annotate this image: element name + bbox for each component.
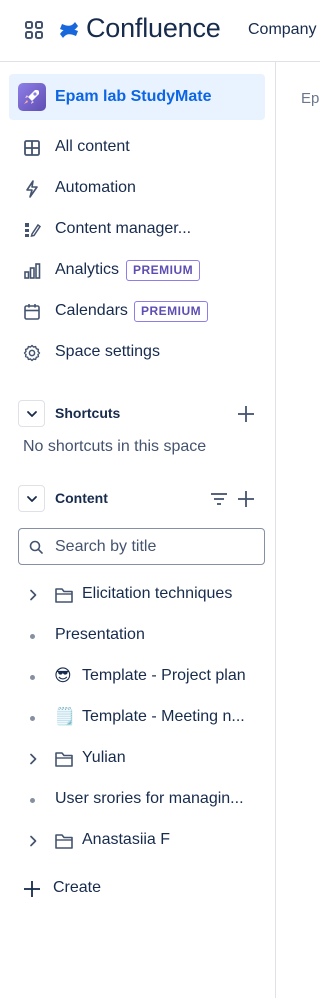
sidebar-item-label: Calendars <box>55 302 128 319</box>
folder-icon <box>55 834 73 849</box>
grid-icon <box>24 140 40 156</box>
sidebar-item-label: Space settings <box>55 343 160 360</box>
search-input[interactable] <box>55 536 255 558</box>
search-box[interactable] <box>18 528 265 565</box>
shortcuts-title: Shortcuts <box>55 405 121 421</box>
premium-badge: PREMIUM <box>126 260 201 281</box>
content-collapse-button[interactable] <box>18 485 45 512</box>
sunglasses-emoji-icon: 😎 <box>54 666 72 685</box>
sidebar-item-analytics[interactable]: Analytics PREMIUM <box>9 252 265 290</box>
content-manager-icon <box>25 223 41 237</box>
tree-item-yulian[interactable]: Yulian <box>9 741 265 777</box>
folder-icon <box>55 588 73 603</box>
plus-icon <box>24 881 40 897</box>
bar-chart-icon <box>24 263 41 279</box>
sidebar-item-all-content[interactable]: All content <box>9 129 265 167</box>
page-bullet-icon <box>30 675 35 680</box>
sidebar-item-label: Analytics <box>55 261 120 278</box>
tree-item-template-project-plan[interactable]: 😎 Template - Project plan <box>9 659 265 695</box>
search-icon <box>29 540 43 554</box>
filter-icon[interactable] <box>209 489 229 509</box>
shortcuts-empty-text: No shortcuts in this space <box>23 438 207 455</box>
chevron-right-icon[interactable] <box>27 589 39 601</box>
add-content-icon[interactable] <box>236 489 256 509</box>
space-avatar <box>18 83 46 111</box>
tree-item-label: Template - Project plan <box>82 667 246 684</box>
main-content: Epa <box>277 62 320 998</box>
content-title: Content <box>55 490 108 506</box>
gear-icon <box>23 344 41 362</box>
tree-item-label: Template - Meeting n... <box>82 708 245 725</box>
tree-item-label: Presentation <box>55 626 145 643</box>
shortcuts-collapse-button[interactable] <box>18 400 45 427</box>
tree-item-template-meeting-notes[interactable]: 🗒️ Template - Meeting n... <box>9 700 265 736</box>
sidebar-item-label: All content <box>55 138 130 155</box>
confluence-logo-icon[interactable] <box>58 17 80 43</box>
tree-item-label: Yulian <box>82 749 126 766</box>
premium-badge: PREMIUM <box>134 301 209 322</box>
notepad-emoji-icon: 🗒️ <box>54 707 76 726</box>
sidebar-item-space-settings[interactable]: Space settings <box>9 334 265 372</box>
sidebar-item-automation[interactable]: Automation <box>9 170 265 208</box>
sidebar: Epam lab StudyMate All content Automatio… <box>0 62 276 998</box>
chevron-down-icon <box>27 496 37 502</box>
space-header[interactable]: Epam lab StudyMate <box>9 74 265 120</box>
chevron-right-icon[interactable] <box>27 753 39 765</box>
sidebar-item-content-manager[interactable]: Content manager... <box>9 211 265 249</box>
tree-item-label: User srories for managin... <box>55 790 244 807</box>
chevron-right-icon[interactable] <box>27 835 39 847</box>
add-shortcut-icon[interactable] <box>236 404 256 424</box>
tree-item-anastasiia-f[interactable]: Anastasiia F <box>9 823 265 859</box>
calendar-icon <box>24 304 40 320</box>
top-navigation-bar: Confluence Company <box>0 0 320 62</box>
chevron-down-icon <box>27 411 37 417</box>
tree-item-user-stories[interactable]: User srories for managin... <box>9 782 265 818</box>
sidebar-item-label: Content manager... <box>55 220 192 237</box>
content-section-header: Content <box>9 485 265 515</box>
rocket-icon <box>24 90 39 104</box>
page-bullet-icon <box>30 798 35 803</box>
space-name: Epam lab StudyMate <box>55 88 212 105</box>
create-button[interactable]: Create <box>9 870 265 906</box>
lightning-icon <box>26 180 38 198</box>
shortcuts-section-header: Shortcuts <box>9 400 265 430</box>
app-switcher-icon[interactable] <box>24 20 44 40</box>
page-bullet-icon <box>30 716 35 721</box>
page-bullet-icon <box>30 634 35 639</box>
create-label: Create <box>53 879 102 896</box>
sidebar-item-label: Automation <box>55 179 136 196</box>
sidebar-item-calendars[interactable]: Calendars PREMIUM <box>9 293 265 331</box>
tree-item-label: Elicitation techniques <box>82 585 233 602</box>
tree-item-elicitation-techniques[interactable]: Elicitation techniques <box>9 577 265 613</box>
nav-company[interactable]: Company <box>248 21 316 39</box>
tree-item-label: Anastasiia F <box>82 831 171 848</box>
breadcrumb[interactable]: Epa <box>301 90 320 107</box>
folder-icon <box>55 752 73 767</box>
app-title[interactable]: Confluence <box>86 13 221 44</box>
tree-item-presentation[interactable]: Presentation <box>9 618 265 654</box>
